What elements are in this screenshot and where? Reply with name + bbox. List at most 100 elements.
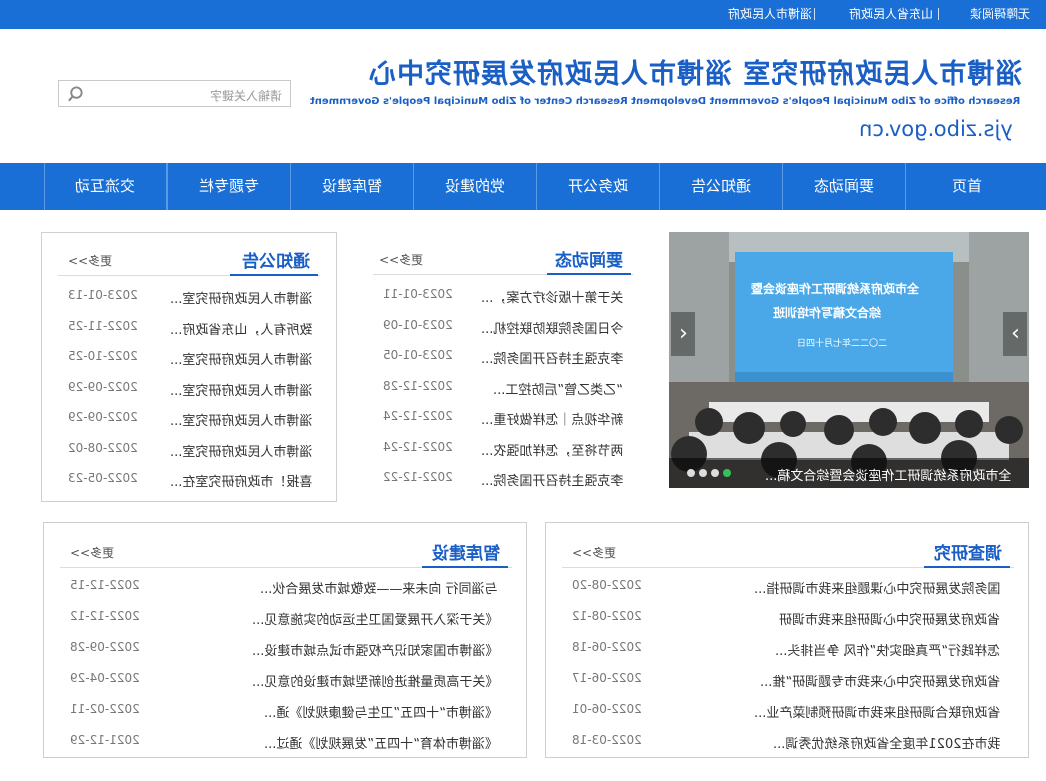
nav-party-building[interactable]: 党的建设 [413,163,536,210]
shandong-gov-link[interactable]: 山东省人民政府 [849,7,933,21]
slider-dot-active[interactable] [723,469,731,477]
nav-home[interactable]: 首页 [905,163,1028,210]
list-item-date: 2022-04-29 [70,671,140,685]
list-item-date: 2022-12-15 [70,578,140,592]
list-item-date: 2022-12-12 [70,609,140,623]
list-item-title[interactable]: 淄博市人民政府研究室... [170,288,312,307]
list-item[interactable]: 两节将至，怎样加强农... 2022-12-24 [383,440,623,470]
list-item[interactable]: 与淄同行 向未来——致敬城市发展合伙... 2022-12-15 [70,578,498,608]
list-item[interactable]: 淄博市人民政府研究室... 2022-09-29 [68,410,312,440]
list-item-title[interactable]: 省政府发展研究中心调研组来我市调研 [779,609,1000,628]
slider-dot[interactable] [699,469,707,477]
notice-panel: 通知公告 更多>> 淄博市人民政府研究室... 2023-01-13 致所有人，山东… [41,232,337,502]
list-item-title[interactable]: 与淄同行 向未来——致敬城市发展合伙... [260,578,498,597]
list-item[interactable]: 省政府发展研究中心调研组来我市调研 2022-08-12 [572,609,1000,639]
research-more-link[interactable]: 更多>> [572,544,616,561]
nav-notices[interactable]: 通知公告 [659,163,782,210]
list-item-date: 2023-01-09 [383,317,453,332]
list-item-title[interactable]: 关于第十版诊疗方案，... [481,287,623,306]
list-item[interactable]: 《淄博市“十四五”卫生与健康规划》通... 2022-02-11 [70,702,498,732]
list-item-title[interactable]: 淄博市人民政府研究室... [170,410,312,429]
search-input[interactable]: 请输入关键字 [58,80,291,107]
think-tank-more-link[interactable]: 更多>> [70,544,114,561]
list-item[interactable]: 省政府发展研究中心来我市专题调研“推... 2022-06-17 [572,671,1000,701]
zibo-gov-link[interactable]: 淄博市人民政府 [728,7,812,21]
list-item-date: 2022-12-24 [383,409,453,423]
list-item-title[interactable]: 我市在2021年度全省政府系统优秀调... [773,733,1000,752]
research-panel-title[interactable]: 调查研究 [934,539,1002,564]
think-tank-panel-title[interactable]: 智库建设 [432,539,500,564]
list-item-title[interactable]: 新华视点｜怎样做好重... [481,409,623,428]
nav-news[interactable]: 要闻动态 [782,163,905,210]
prev-slide-button[interactable]: ‹ [671,312,695,356]
slider-dot[interactable] [711,469,719,477]
screen-line-2: 综合文稿写作培训班 [773,306,882,320]
list-item-title[interactable]: 淄博市人民政府研究室... [170,441,312,460]
news-more-link[interactable]: 更多>> [379,251,423,268]
list-item-title[interactable]: 喜报！市政府研究室在... [170,471,312,490]
list-item[interactable]: 致所有人，山东省政府... 2022-11-25 [68,319,312,349]
list-item[interactable]: 淄博市人民政府研究室... 2022-08-02 [68,441,312,471]
nav-think-tank[interactable]: 智库建设 [290,163,413,210]
slider-dot[interactable] [687,469,695,477]
list-item[interactable]: 国务院发展研究中心课题组来我市调研指... 2022-08-20 [572,578,1000,608]
list-item[interactable]: 李克强主持召开国务院... 2022-12-22 [383,470,623,500]
accessibility-link[interactable]: 无障碍阅读 [970,7,1030,21]
list-item-title[interactable]: 《关于高质量推进创新型城市建设的意见... [252,671,498,690]
list-item-title[interactable]: 淄博市人民政府研究室... [170,380,312,399]
nav-special-topics[interactable]: 专题专栏 [167,163,290,210]
list-item-date: 2022-06-17 [572,671,642,685]
list-item[interactable]: 怎样践行“严真细实快”作风 争当排头... 2022-06-18 [572,640,1000,670]
chevron-left-icon: ‹ [678,321,688,346]
main-nav: 首页 要闻动态 通知公告 政务公开 党的建设 智库建设 专题专栏 交流互动 [0,163,1046,210]
site-title: 淄博市人民政府研究室 淄博市人民政府发展研究中心 [367,59,1022,90]
list-item-date: 2023-01-13 [68,288,138,302]
list-item[interactable]: 《关于高质量推进创新型城市建设的意见... 2022-04-29 [70,671,498,701]
news-panel-title[interactable]: 要闻动态 [555,246,623,271]
list-item-title[interactable]: 《淄博市国家知识产权强市试点城市建设... [252,640,498,659]
list-item-title[interactable]: 李克强主持召开国务院... [481,470,623,489]
list-item-title[interactable]: 今日国务院联防联控机... [481,318,623,337]
list-item[interactable]: 《淄博市体育“十四五”发展规划》通过... 2021-12-29 [70,733,498,763]
search-icon[interactable] [67,86,84,103]
list-item[interactable]: 喜报！市政府研究室在... 2022-05-23 [68,471,312,501]
list-item[interactable]: “乙类乙管”后防控工... 2022-12-28 [383,379,623,409]
list-item-title[interactable]: 国务院发展研究中心课题组来我市调研指... [754,578,1000,597]
list-item[interactable]: 淄博市人民政府研究室... 2022-10-25 [68,349,312,379]
site-domain: yjs.zibo.gov.cn [859,117,1013,141]
list-item-title[interactable]: 李克强主持召开国务院... [481,348,623,367]
list-item[interactable]: 李克强主持召开国务院... 2023-01-05 [383,348,623,378]
slider-caption[interactable]: 全市政府系统调研工作座谈会暨综合文稿... [765,465,1011,484]
list-item-title[interactable]: 《关于深入开展爱国卫生运动的实施意见... [252,609,498,628]
list-item[interactable]: 我市在2021年度全省政府系统优秀调... 2022-03-18 [572,733,1000,763]
list-item-date: 2022-12-22 [383,470,453,484]
list-item-title[interactable]: 怎样践行“严真细实快”作风 争当排头... [775,640,1000,659]
list-item-title[interactable]: 两节将至，怎样加强农... [481,440,623,459]
meeting-photo [669,232,1029,488]
list-item[interactable]: 今日国务院联防联控机... 2023-01-09 [383,318,623,348]
list-item[interactable]: 《关于深入开展爱国卫生运动的实施意见... 2022-12-12 [70,609,498,639]
list-item-title[interactable]: 省政府联合调研组来我市调研预制菜产业... [754,702,1000,721]
list-item-title[interactable]: 淄博市人民政府研究室... [170,349,312,368]
list-item-title[interactable]: 《淄博市体育“十四五”发展规划》通过... [264,733,498,752]
list-item-date: 2022-08-12 [572,609,642,623]
top-bar: 无障碍阅读 山东省人民政府 淄博市人民政府 [0,0,1046,29]
nav-gov-affairs[interactable]: 政务公开 [536,163,659,210]
list-item-date: 2022-09-29 [68,410,138,424]
notice-more-link[interactable]: 更多>> [68,252,112,269]
nav-interaction[interactable]: 交流互动 [44,163,167,210]
list-item-title[interactable]: 《淄博市“十四五”卫生与健康规划》通... [264,702,498,721]
list-item[interactable]: 关于第十版诊疗方案，... 2023-01-11 [383,287,623,317]
list-item-title[interactable]: 致所有人，山东省政府... [170,319,312,338]
list-item[interactable]: 淄博市人民政府研究室... 2023-01-13 [68,288,312,318]
list-item[interactable]: 省政府联合调研组来我市调研预制菜产业... 2022-06-01 [572,702,1000,732]
research-panel: 调查研究 更多>> 国务院发展研究中心课题组来我市调研指... 2022-08-2… [545,522,1029,758]
list-item[interactable]: 新华视点｜怎样做好重... 2022-12-24 [383,409,623,439]
list-item-title[interactable]: “乙类乙管”后防控工... [493,379,623,398]
photo-slider[interactable]: 全市政府系统调研工作座谈会暨 综合文稿写作培训班 二〇二二年七月十四日 › ‹ … [669,232,1029,488]
list-item[interactable]: 《淄博市国家知识产权强市试点城市建设... 2022-09-28 [70,640,498,670]
next-slide-button[interactable]: › [1003,312,1027,356]
list-item[interactable]: 淄博市人民政府研究室... 2022-09-29 [68,380,312,410]
list-item-title[interactable]: 省政府发展研究中心来我市专题调研“推... [760,671,1000,690]
notice-panel-title[interactable]: 通知公告 [242,247,310,272]
